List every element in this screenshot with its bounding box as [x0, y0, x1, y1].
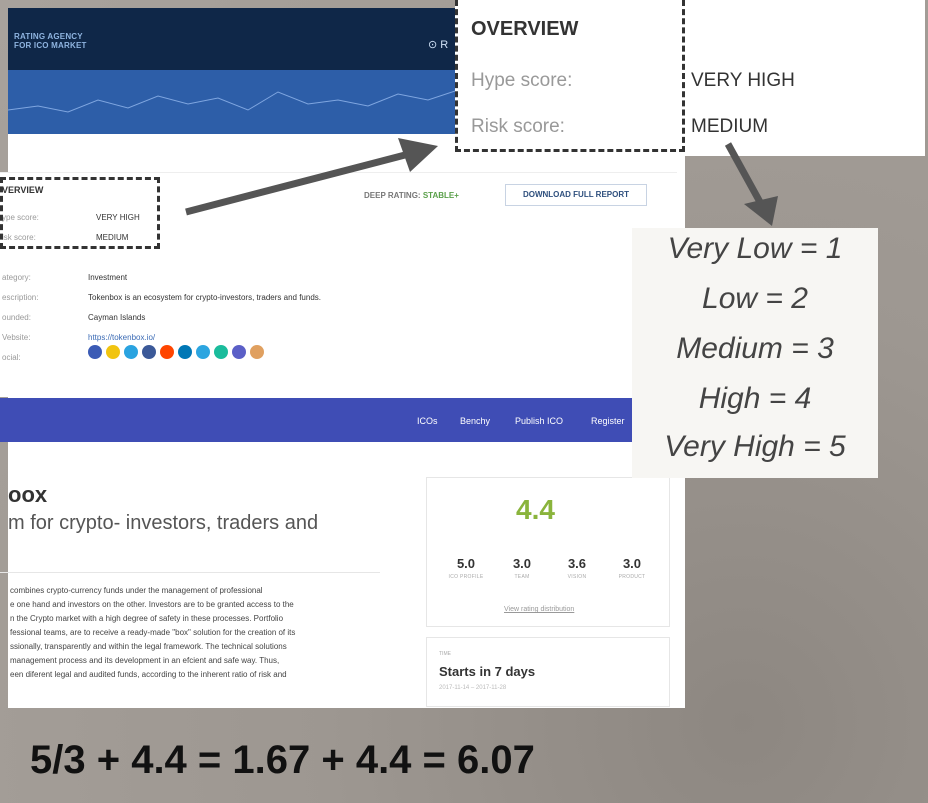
scale-high: High = 4 — [698, 382, 812, 415]
score-value: 3.0 — [512, 556, 532, 571]
telegram-icon[interactable] — [196, 345, 210, 359]
bitcointalk-icon[interactable] — [106, 345, 120, 359]
scale-medium: Medium = 3 — [676, 332, 834, 365]
description-label: escription: — [2, 293, 39, 302]
description-line: management process and its development i… — [10, 656, 280, 665]
facebook-icon[interactable] — [142, 345, 156, 359]
scale-legend: Very Low = 1 Low = 2 Medium = 3 High = 4… — [632, 228, 878, 478]
zoomed-overview-title: OVERVIEW — [471, 18, 579, 40]
description-line: een diferent legal and audited funds, ac… — [10, 670, 287, 679]
founded-value: Cayman Islands — [88, 313, 146, 322]
site-logo[interactable]: RATING AGENCY FOR ICO MARKET — [14, 32, 87, 50]
reddit-icon[interactable] — [160, 345, 174, 359]
score-value: 3.0 — [622, 556, 642, 571]
divider — [0, 572, 380, 573]
scale-very-high: Very High = 5 — [664, 430, 846, 463]
score-label: TEAM — [514, 574, 530, 580]
score-label: ICO PROFILE — [448, 574, 484, 580]
logo-line-1: RATING AGENCY — [14, 32, 83, 41]
highlight-box-overview — [0, 177, 160, 249]
description-line: e one hand and investors on the other. I… — [10, 600, 294, 609]
score-label: VISION — [567, 574, 587, 580]
description-line: fessional teams, are to receive a ready-… — [10, 628, 296, 637]
founded-label: ounded: — [2, 313, 31, 322]
deep-rating: DEEP RATING: STABLE+ — [364, 191, 459, 200]
score-formula: 5/3 + 4.4 = 1.67 + 4.4 = 6.07 — [30, 738, 535, 782]
account-icon[interactable]: ⊙ R — [428, 38, 448, 51]
score-ico-profile: 5.0 ICO PROFILE — [442, 556, 490, 580]
nav-publish-ico[interactable]: Publish ICO — [515, 416, 563, 426]
nav-register[interactable]: Register — [591, 416, 625, 426]
link-icon[interactable] — [88, 345, 102, 359]
zoomed-hype-value: VERY HIGH — [691, 70, 795, 91]
zoomed-risk-label: Risk score: — [471, 116, 565, 137]
project-name: oox — [8, 482, 48, 507]
score-team: 3.0 TEAM — [498, 556, 546, 580]
score-product: 3.0 PRODUCT — [608, 556, 656, 580]
deep-rating-value: STABLE+ — [422, 191, 459, 200]
scale-very-low: Very Low = 1 — [667, 232, 843, 265]
main-nav — [0, 398, 677, 442]
zoomed-risk-value: MEDIUM — [691, 116, 769, 137]
social-label: ocial: — [2, 353, 21, 362]
project-description: combines crypto-currency funds under the… — [10, 584, 390, 682]
score-value: 5.0 — [456, 556, 476, 571]
website-link[interactable]: https://tokenbox.io/ — [88, 333, 155, 342]
project-subtitle: m for crypto- investors, traders and — [8, 512, 319, 534]
overall-rating: 4.4 — [516, 494, 555, 525]
score-label: PRODUCT — [618, 574, 646, 580]
description-line: n the Crypto market with a high degree o… — [10, 614, 284, 623]
time-dates: 2017-11-14 – 2017-11-28 — [439, 685, 507, 691]
rating-distribution-link[interactable]: View rating distribution — [504, 606, 574, 613]
medium-icon[interactable] — [214, 345, 228, 359]
logo-line-2: FOR ICO MARKET — [14, 41, 87, 50]
nav-benchy[interactable]: Benchy — [460, 416, 490, 426]
description-value: Tokenbox is an ecosystem for crypto-inve… — [88, 293, 321, 302]
description-line: ssionally, transparently and within the … — [10, 642, 287, 651]
social-icons — [88, 345, 264, 359]
twitter-icon[interactable] — [124, 345, 138, 359]
website-label: Vebsite: — [2, 333, 31, 342]
deep-rating-label: DEEP RATING: — [364, 191, 421, 200]
scale-low: Low = 2 — [702, 282, 808, 315]
description-line: combines crypto-currency funds under the… — [10, 586, 263, 595]
score-value: 3.6 — [567, 556, 587, 571]
discord-icon[interactable] — [232, 345, 246, 359]
time-status: Starts in 7 days — [439, 664, 536, 679]
zoomed-hype-label: Hype score: — [471, 70, 573, 91]
time-label: TIME — [439, 651, 451, 657]
category-label: ategory: — [2, 273, 31, 282]
nav-icos[interactable]: ICOs — [417, 416, 438, 426]
download-report-button[interactable]: DOWNLOAD FULL REPORT — [505, 184, 647, 206]
github-icon[interactable] — [250, 345, 264, 359]
linkedin-icon[interactable] — [178, 345, 192, 359]
category-value: Investment — [88, 273, 128, 282]
score-vision: 3.6 VISION — [553, 556, 601, 580]
